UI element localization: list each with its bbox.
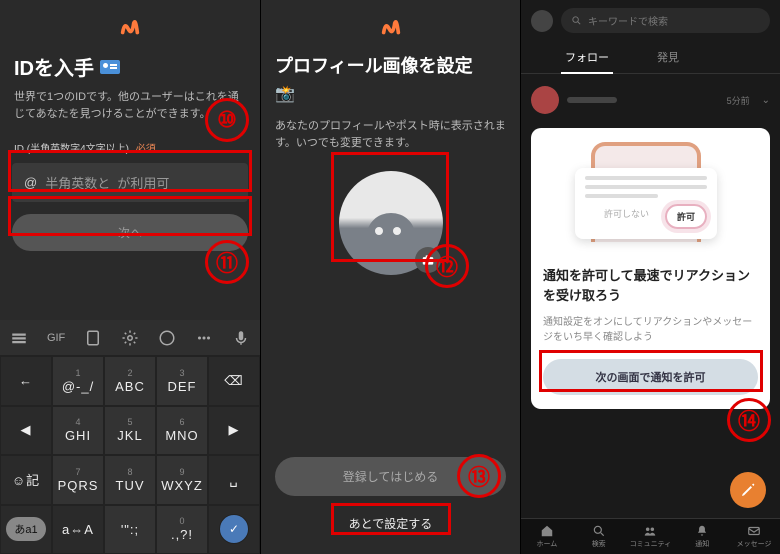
more-icon[interactable] [195, 329, 213, 347]
annotation-marker-11: ⑪ [205, 240, 249, 284]
page-title: IDを入手 [0, 52, 260, 81]
card-title: 通知を許可して最速でリアクションを受け取ろう [543, 266, 758, 305]
gif-button[interactable]: GIF [47, 332, 65, 344]
compose-fab[interactable] [730, 472, 766, 508]
key-enter[interactable]: ✓ [208, 505, 260, 554]
annotation-marker-12: ⑫ [425, 244, 469, 288]
id-placeholder: 半角英数と_が利用可 [45, 173, 169, 192]
key-space[interactable]: ␣ [208, 455, 260, 505]
search-input[interactable]: キーワードで検索 [561, 8, 770, 33]
keyboard-settings-icon[interactable] [10, 329, 28, 347]
keyboard-grid: ← 1@-_/ 2ABC 3DEF ⌫ ◀ 4GHI 5JKL 6MNO ▶ ☺… [0, 356, 260, 554]
card-illustration: 許可しない 許可 [561, 142, 740, 252]
annotation-marker-13: ⑬ [457, 454, 501, 498]
top-bar: キーワードで検索 [521, 0, 780, 41]
key-mode[interactable]: あa1 [0, 505, 52, 554]
annotation-marker-14: ⑭ [727, 398, 771, 442]
key-5[interactable]: 5JKL [104, 406, 156, 456]
nav-home[interactable]: ホーム [521, 519, 573, 554]
notification-permission-card: 許可しない 許可 通知を許可して最速でリアクションを受け取ろう 通知設定をオンに… [531, 128, 770, 409]
soft-keyboard: GIF ← 1@-_/ 2ABC 3DEF ⌫ ◀ 4GHI 5JKL 6MNO… [0, 320, 260, 554]
bottom-nav: ホーム 検索 コミュニティ 通知 メッセージ [521, 518, 780, 554]
key-7[interactable]: 7PQRS [52, 455, 104, 505]
key-punct1[interactable]: '":; [104, 505, 156, 554]
mock-permission-dialog: 許可しない 許可 [575, 168, 717, 239]
key-left[interactable]: ◀ [0, 406, 52, 456]
profile-avatar-small[interactable] [531, 10, 553, 32]
key-case[interactable]: a⇔A [52, 505, 104, 554]
later-button[interactable]: あとで設定する [261, 515, 520, 532]
nav-search[interactable]: 検索 [573, 519, 625, 554]
card-description: 通知設定をオンにしてリアクションやメッセージをいち早く確認しよう [543, 315, 758, 345]
clipboard-icon[interactable] [84, 329, 102, 347]
key-1[interactable]: 1@-_/ [52, 356, 104, 406]
list-item-time: 5分前 [727, 94, 750, 107]
camera-emoji: 📸 [261, 78, 520, 110]
nav-community[interactable]: コミュニティ [625, 519, 677, 554]
key-9[interactable]: 9WXYZ [156, 455, 208, 505]
key-8[interactable]: 8TUV [104, 455, 156, 505]
list-item-text [567, 97, 617, 103]
search-icon [571, 15, 582, 26]
chevron-down-icon[interactable]: ⌄ [762, 95, 770, 106]
key-2[interactable]: 2ABC [104, 356, 156, 406]
screen-profile-image: プロフィール画像を設定 📸 あなたのプロフィールやポスト時に表示されます。いつで… [260, 0, 520, 554]
screen-notification-prompt: キーワードで検索 フォロー 発見 5分前 ⌄ 許可しない 許可 通知を許可して最… [520, 0, 780, 554]
key-right[interactable]: ▶ [208, 406, 260, 456]
required-badge: 必須 [136, 144, 156, 155]
annotation-marker-10: ⑩ [205, 98, 249, 142]
screen-get-id: IDを入手 世界で1つのIDです。他のユーザーはこれを通じてあなたを見つけること… [0, 0, 260, 554]
title-text: IDを入手 [14, 52, 94, 81]
feed-tabs: フォロー 発見 [521, 41, 780, 74]
app-logo [380, 16, 402, 38]
allow-notifications-button[interactable]: 次の画面で通知を許可 [543, 359, 758, 395]
mock-deny-button: 許可しない [596, 204, 657, 229]
key-punct2[interactable]: 0.,?! [156, 505, 208, 554]
tab-follow[interactable]: フォロー [561, 41, 613, 73]
page-description: あなたのプロフィールやポスト時に表示されます。いつでも変更できます。 [261, 110, 520, 151]
key-6[interactable]: 6MNO [156, 406, 208, 456]
key-4[interactable]: 4GHI [52, 406, 104, 456]
list-item-avatar [531, 86, 559, 114]
settings-gear-icon[interactable] [121, 329, 139, 347]
palette-icon[interactable] [158, 329, 176, 347]
key-3[interactable]: 3DEF [156, 356, 208, 406]
tab-discover[interactable]: 発見 [653, 41, 683, 73]
mock-allow-button: 許可 [665, 204, 707, 229]
key-back[interactable]: ← [0, 356, 52, 406]
nav-notifications[interactable]: 通知 [676, 519, 728, 554]
id-card-icon [100, 60, 120, 74]
nav-messages[interactable]: メッセージ [728, 519, 780, 554]
app-logo [119, 16, 141, 38]
list-item[interactable]: 5分前 ⌄ [521, 74, 780, 126]
at-symbol: @ [24, 175, 37, 190]
key-emoji[interactable]: ☺記 [0, 455, 52, 505]
page-title: プロフィール画像を設定 [261, 52, 520, 78]
search-placeholder: キーワードで検索 [588, 13, 668, 28]
mic-icon[interactable] [232, 329, 250, 347]
field-label-text: ID (半角英数字4文字以上) [14, 144, 129, 155]
key-backspace[interactable]: ⌫ [208, 356, 260, 406]
id-input[interactable]: @ 半角英数と_が利用可 [12, 163, 248, 202]
keyboard-toolbar: GIF [0, 320, 260, 356]
